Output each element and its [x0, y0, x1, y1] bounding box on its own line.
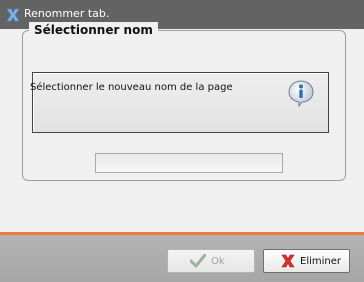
red-x-icon: [281, 254, 295, 268]
info-icon: [288, 80, 314, 107]
ok-label: Ok: [211, 255, 225, 267]
delete-label: Eliminer: [300, 255, 341, 267]
checkmark-icon: [190, 254, 206, 268]
window-title: Renommer tab.: [24, 7, 110, 20]
rename-tab-dialog: Renommer tab. Sélectionner nom Sélection…: [0, 0, 364, 282]
delete-button[interactable]: Eliminer: [263, 249, 350, 273]
ok-button[interactable]: Ok: [167, 249, 255, 273]
info-message: Sélectionner le nouveau nom de la page: [30, 82, 233, 93]
new-name-input[interactable]: [95, 153, 283, 173]
group-title: Sélectionner nom: [29, 22, 158, 38]
app-x-icon: [6, 8, 20, 22]
